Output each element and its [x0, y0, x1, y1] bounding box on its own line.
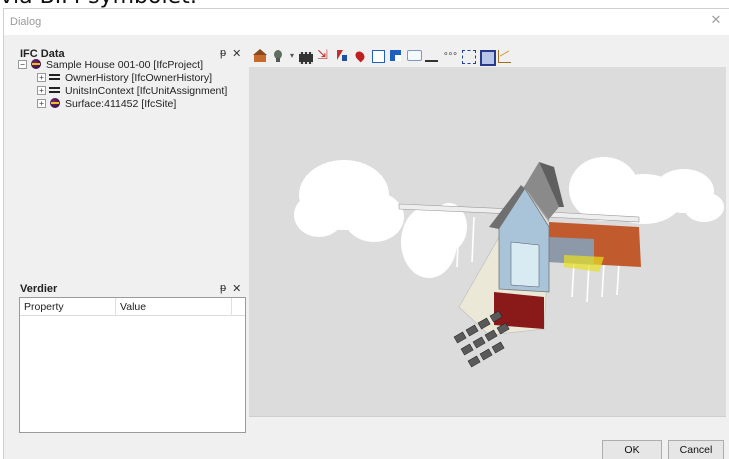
properties-header: Property Value — [20, 298, 245, 316]
expand-icon[interactable]: + — [37, 73, 46, 82]
3d-viewport[interactable] — [249, 67, 726, 416]
comment-icon[interactable] — [407, 49, 422, 63]
expand-icon[interactable]: + — [37, 99, 46, 108]
tree-item-site[interactable]: + Surface:411452 [IfcSite] — [18, 97, 243, 110]
column-header-property[interactable]: Property — [24, 301, 64, 313]
solid-frame-icon[interactable] — [479, 49, 496, 66]
close-icon[interactable]: ✕ — [709, 13, 723, 27]
tree-item-label: Sample House 001-00 [IfcProject] — [46, 58, 203, 71]
title-bar: Dialog ✕ — [4, 9, 729, 35]
tree-item-label: OwnerHistory [IfcOwnerHistory] — [65, 71, 213, 84]
window-title: Dialog — [10, 16, 42, 28]
outline-box-icon[interactable] — [371, 49, 385, 63]
tree-item-label: Surface:411452 [IfcSite] — [65, 97, 177, 110]
props-pane-title: Verdier — [20, 283, 58, 295]
pane-close-icon[interactable]: ✕ — [232, 282, 241, 295]
column-divider[interactable] — [231, 298, 232, 316]
column-header-value[interactable]: Value — [120, 301, 146, 313]
light-bulb-icon[interactable] — [271, 49, 285, 63]
ifc-tree: − Sample House 001-00 [IfcProject] + Own… — [18, 58, 243, 110]
attribute-lines-icon — [49, 72, 61, 83]
select-cursor-icon[interactable] — [335, 49, 349, 63]
chevron-down-icon[interactable]: ▾ — [289, 49, 295, 63]
viewer-toolbar: ▾ — [249, 46, 727, 66]
dots-icon[interactable] — [443, 48, 457, 63]
site-globe-icon — [49, 98, 61, 109]
project-globe-icon — [30, 59, 42, 70]
collapse-icon[interactable]: − — [18, 60, 27, 69]
properties-grid[interactable]: Property Value — [19, 297, 246, 433]
chart-icon[interactable] — [497, 49, 511, 63]
home-view-icon[interactable] — [253, 49, 267, 63]
dashed-frame-icon[interactable] — [461, 49, 476, 64]
color-drop-icon[interactable] — [353, 49, 367, 63]
3d-house-model — [294, 157, 724, 368]
underline-tool-icon[interactable] — [425, 49, 439, 63]
viewport-status-strip — [249, 416, 726, 434]
tree-item-units[interactable]: + UnitsInContext [IfcUnitAssignment] — [18, 84, 243, 97]
cancel-button[interactable]: Cancel — [668, 440, 724, 459]
attribute-lines-icon — [49, 85, 61, 96]
section-arrows-icon[interactable] — [317, 47, 331, 63]
page-caption: via BIM-symbolet: — [0, 0, 729, 8]
tree-item-label: UnitsInContext [IfcUnitAssignment] — [65, 84, 228, 97]
column-divider[interactable] — [115, 298, 116, 316]
expand-icon[interactable]: + — [37, 86, 46, 95]
ok-button[interactable]: OK — [602, 440, 662, 459]
tree-item-project[interactable]: − Sample House 001-00 [IfcProject] — [18, 58, 243, 71]
film-strip-icon[interactable] — [299, 49, 313, 64]
pin-icon[interactable]: ᵽ — [220, 282, 226, 295]
tree-item-owner-history[interactable]: + OwnerHistory [IfcOwnerHistory] — [18, 71, 243, 84]
flag-box-icon[interactable] — [389, 49, 403, 63]
